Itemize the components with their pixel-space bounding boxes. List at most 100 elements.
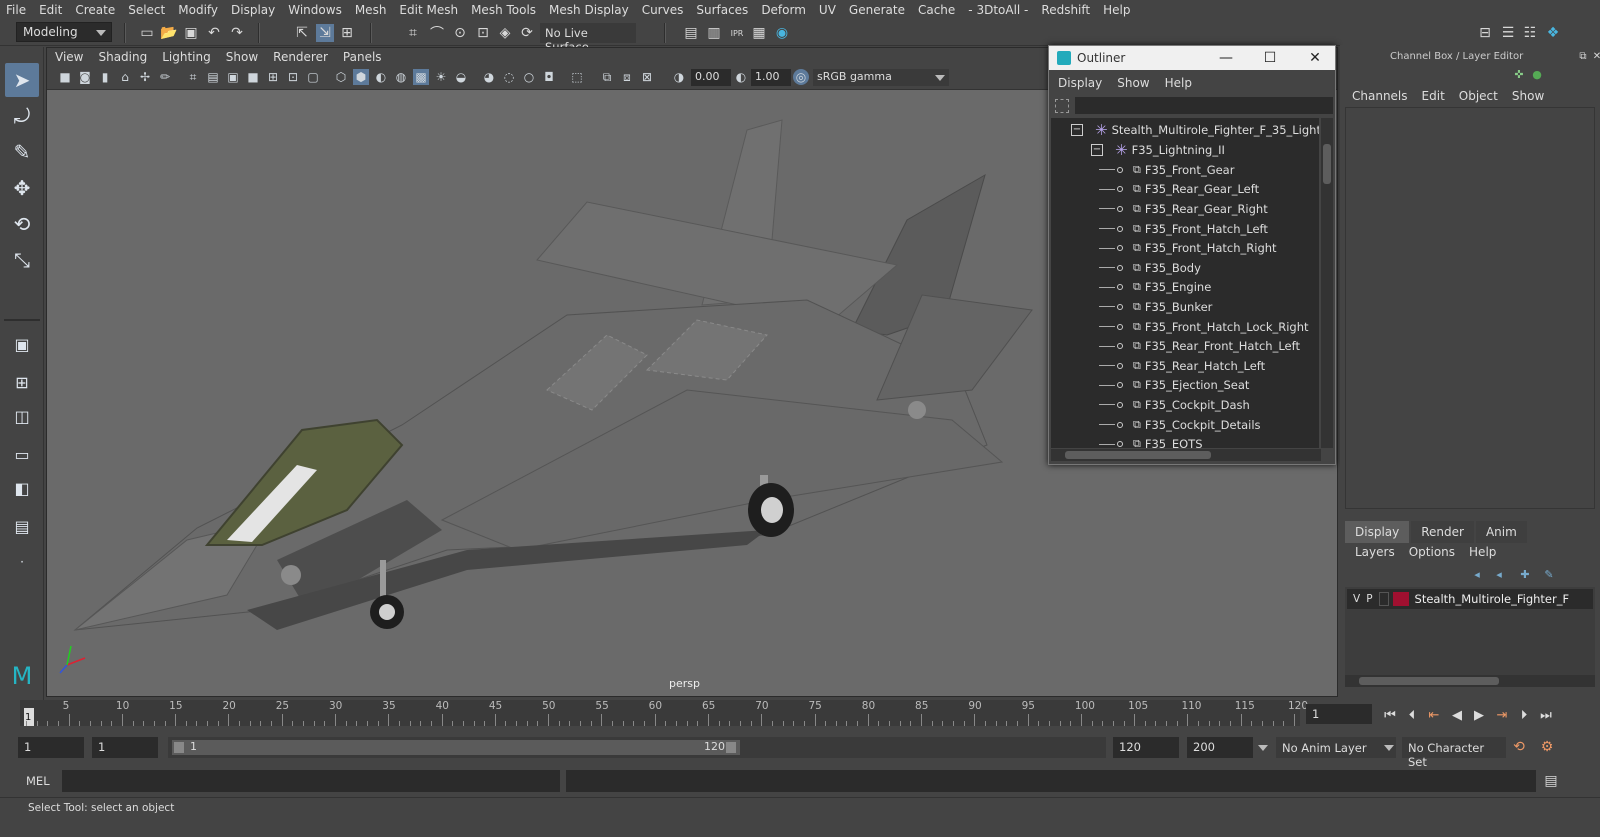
layer-scrollbar[interactable] bbox=[1345, 675, 1595, 687]
gamma-field[interactable]: 1.00 bbox=[751, 69, 791, 86]
motion-blur-icon[interactable]: ◌ bbox=[501, 69, 517, 85]
film-gate-icon[interactable]: ▤ bbox=[205, 69, 221, 85]
camera-icon[interactable]: ■ bbox=[57, 69, 73, 85]
viewport-menu-panels[interactable]: Panels bbox=[343, 50, 382, 64]
menu-deform[interactable]: Deform bbox=[761, 3, 806, 17]
menu-display[interactable]: Display bbox=[231, 3, 275, 17]
wireframe-icon[interactable]: ⬡ bbox=[333, 69, 349, 85]
xray-joints-icon[interactable]: ⧈ bbox=[619, 69, 635, 85]
chevron-down-icon[interactable] bbox=[1258, 745, 1268, 751]
camera-attr-icon[interactable]: ◙ bbox=[77, 69, 93, 85]
gate-mask-icon[interactable]: ■ bbox=[245, 69, 261, 85]
viewport-menu-show[interactable]: Show bbox=[226, 50, 258, 64]
snap-surface-icon[interactable]: ◈ bbox=[496, 24, 514, 42]
tree-item[interactable]: ⧉ F35_Ejection_Seat bbox=[1099, 376, 1249, 396]
persp-uv-icon[interactable]: ▤ bbox=[5, 509, 39, 543]
four-view-icon[interactable]: ⊞ bbox=[5, 365, 39, 399]
textured-icon[interactable]: ▩ bbox=[413, 69, 429, 85]
move-layer-up-icon[interactable]: ◂ bbox=[1468, 565, 1486, 583]
menu-mesh[interactable]: Mesh bbox=[355, 3, 387, 17]
tree-root[interactable]: − ✳ Stealth_Multirole_Fighter_F_35_Light… bbox=[1071, 120, 1319, 140]
exposure-field[interactable]: 0.00 bbox=[691, 69, 731, 86]
safe-action-icon[interactable]: ⊡ bbox=[285, 69, 301, 85]
menu-modify[interactable]: Modify bbox=[178, 3, 218, 17]
animation-start-field[interactable]: 1 bbox=[18, 737, 84, 758]
grease-pencil-icon[interactable]: ✏ bbox=[157, 69, 173, 85]
select-component-icon[interactable]: ⊞ bbox=[338, 24, 356, 42]
save-scene-icon[interactable]: ▣ bbox=[182, 24, 200, 42]
menu-help[interactable]: Help bbox=[1103, 3, 1130, 17]
undo-icon[interactable]: ↶ bbox=[205, 24, 223, 42]
chevron-down-icon[interactable] bbox=[1384, 745, 1394, 751]
range-end-grip[interactable] bbox=[726, 742, 736, 753]
range-slider[interactable]: 1 120 bbox=[168, 737, 1106, 758]
auto-key-icon[interactable]: ⟲ bbox=[1510, 738, 1528, 756]
depth-of-field-icon[interactable]: ◘ bbox=[541, 69, 557, 85]
image-plane-icon[interactable]: ⌂ bbox=[117, 69, 133, 85]
modeling-toolkit-icon[interactable]: ⊟ bbox=[1476, 24, 1494, 42]
animation-end-field[interactable]: 200 bbox=[1187, 737, 1253, 758]
close-icon[interactable]: ✕ bbox=[1304, 48, 1326, 68]
use-all-lights-icon[interactable]: ☀ bbox=[433, 69, 449, 85]
2d-pan-icon[interactable]: ✢ bbox=[137, 69, 153, 85]
outliner-vertical-scrollbar[interactable] bbox=[1321, 118, 1333, 448]
layer-playback-toggle[interactable]: P bbox=[1366, 593, 1372, 605]
tree-item[interactable]: ⧉ F35_Body bbox=[1099, 258, 1201, 278]
default-material-icon[interactable]: ◐ bbox=[373, 69, 389, 85]
tree-item[interactable]: ⧉ F35_Cockpit_Dash bbox=[1099, 395, 1250, 415]
menu-create[interactable]: Create bbox=[75, 3, 115, 17]
viewport-menu-lighting[interactable]: Lighting bbox=[162, 50, 211, 64]
scroll-thumb[interactable] bbox=[1065, 451, 1211, 459]
tree-item[interactable]: ⧉ F35_Front_Gear bbox=[1099, 160, 1234, 180]
grid-icon[interactable]: ⌗ bbox=[185, 69, 201, 85]
script-editor-icon[interactable]: ▤ bbox=[1542, 772, 1560, 790]
paint-select-tool-icon[interactable]: ✎ bbox=[5, 135, 39, 169]
scale-tool-icon[interactable]: ⤡ bbox=[5, 243, 39, 277]
move-layer-down-icon[interactable]: ◂ bbox=[1490, 565, 1508, 583]
render-frame-icon[interactable]: ▥ bbox=[705, 24, 723, 42]
menu-edit-mesh[interactable]: Edit Mesh bbox=[399, 3, 458, 17]
channel-box-icon[interactable]: ❖ bbox=[1544, 24, 1562, 42]
xray-components-icon[interactable]: ⊠ bbox=[639, 69, 655, 85]
layer-row[interactable]: V P Stealth_Multirole_Fighter_F_35 bbox=[1347, 589, 1593, 609]
move-tool-icon[interactable]: ✥ bbox=[5, 171, 39, 205]
time-slider[interactable]: 1 5 10 15 20 25 30 35 40 45 50 55 60 65 70 75 80 85 90 95 1… bbox=[20, 700, 1308, 726]
menu-set-dropdown[interactable]: Modeling bbox=[16, 22, 112, 42]
tree-item[interactable]: ⧉ F35_EOTS bbox=[1099, 434, 1203, 448]
outliner-menu-display[interactable]: Display bbox=[1058, 76, 1102, 90]
hypershade-icon[interactable]: ◉ bbox=[773, 24, 791, 42]
tree-item[interactable]: ⧉ F35_Rear_Gear_Right bbox=[1099, 199, 1268, 219]
field-chart-icon[interactable]: ⊞ bbox=[265, 69, 281, 85]
layout-more-icon[interactable]: · bbox=[5, 545, 39, 579]
snap-point-icon[interactable]: ⊙ bbox=[451, 24, 469, 42]
select-hierarchy-icon[interactable]: ⇱ bbox=[293, 24, 311, 42]
range-start-grip[interactable] bbox=[174, 742, 184, 753]
step-back-key-icon[interactable]: ⇤ bbox=[1426, 707, 1442, 723]
close-icon[interactable]: ✕ bbox=[1588, 47, 1600, 65]
go-to-start-icon[interactable]: ⏮ bbox=[1382, 707, 1398, 723]
snap-grid-icon[interactable]: ⌗ bbox=[404, 24, 422, 42]
gamma-icon[interactable]: ◐ bbox=[733, 69, 749, 85]
tree-item[interactable]: ⧉ F35_Rear_Hatch_Left bbox=[1099, 356, 1265, 376]
color-management-icon[interactable]: ◎ bbox=[793, 69, 809, 85]
screen-space-ao-icon[interactable]: ◕ bbox=[481, 69, 497, 85]
range-slider-handle[interactable] bbox=[172, 740, 740, 755]
open-scene-icon[interactable]: 📂 bbox=[160, 24, 178, 42]
ipr-render-icon[interactable]: IPR bbox=[728, 24, 746, 42]
animation-prefs-icon[interactable]: ⚙ bbox=[1538, 738, 1556, 756]
layer-menu-layers[interactable]: Layers bbox=[1355, 545, 1395, 559]
smooth-shade-icon[interactable]: ⬢ bbox=[353, 69, 369, 85]
tree-item[interactable]: ⧉ F35_Cockpit_Details bbox=[1099, 415, 1261, 435]
outliner-tree[interactable]: − ✳ Stealth_Multirole_Fighter_F_35_Light… bbox=[1051, 118, 1319, 448]
menu-generate[interactable]: Generate bbox=[849, 3, 905, 17]
collapse-icon[interactable]: − bbox=[1091, 143, 1103, 156]
anti-alias-icon[interactable]: ○ bbox=[521, 69, 537, 85]
tree-item[interactable]: ⧉ F35_Front_Hatch_Right bbox=[1099, 238, 1277, 258]
layer-visible-toggle[interactable]: V bbox=[1353, 593, 1360, 605]
character-set-dropdown[interactable]: No Character Set bbox=[1402, 737, 1506, 769]
tree-item[interactable]: ⧉ F35_Engine bbox=[1099, 278, 1211, 298]
single-perspective-view-icon[interactable]: ▣ bbox=[5, 327, 39, 361]
menu-mesh-display[interactable]: Mesh Display bbox=[549, 3, 629, 17]
command-input[interactable] bbox=[62, 770, 560, 792]
tree-item[interactable]: ⧉ F35_Front_Hatch_Lock_Right bbox=[1099, 317, 1309, 337]
